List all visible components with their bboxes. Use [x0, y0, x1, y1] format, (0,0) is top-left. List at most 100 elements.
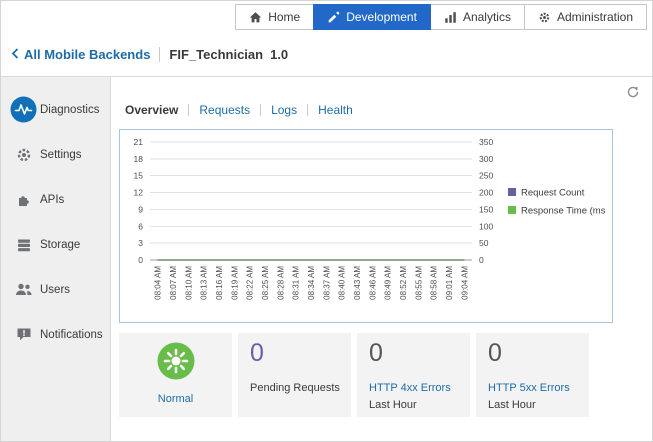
speech-bubble-icon — [7, 327, 40, 342]
diagnostics-chart-container: 0 0 3 50 6 100 9 150 12 200 15 250 18 300 21 350 08:04 A… — [119, 129, 613, 323]
http-5xx-errors-link[interactable]: HTTP 5xx Errors — [488, 380, 570, 397]
svg-text:08:19 AM: 08:19 AM — [230, 266, 239, 300]
svg-text:08:28 AM: 08:28 AM — [276, 266, 285, 300]
svg-text:08:49 AM: 08:49 AM — [384, 266, 393, 300]
http-4xx-card: 0 HTTP 4xx Errors Last Hour — [357, 333, 470, 417]
sidebar-item-label: Users — [40, 283, 71, 296]
svg-text:09:01 AM: 09:01 AM — [445, 266, 454, 300]
gear-icon — [7, 147, 40, 163]
users-icon — [7, 282, 40, 297]
tab-requests[interactable]: Requests — [199, 103, 250, 117]
sidebar: Diagnostics Settings APIs Storage Users … — [1, 77, 111, 441]
breadcrumb-back-link[interactable]: All Mobile Backends — [24, 47, 150, 62]
svg-text:08:31 AM: 08:31 AM — [292, 266, 301, 300]
status-normal-icon — [157, 342, 195, 383]
pending-requests-value: 0 — [250, 339, 264, 367]
sidebar-item-label: Notifications — [40, 328, 103, 341]
main-content: Overview Requests Logs Health 0 0 3 50 6 100 9… — [111, 77, 652, 441]
svg-text:350: 350 — [479, 137, 493, 147]
app-window: Home Development Analytics Administratio… — [0, 0, 653, 442]
svg-text:0: 0 — [479, 255, 484, 265]
sidebar-item-apis[interactable]: APIs — [1, 177, 110, 222]
status-card: Normal — [119, 333, 232, 417]
nav-tab-label: Analytics — [462, 10, 511, 24]
sidebar-item-notifications[interactable]: Notifications — [1, 312, 110, 357]
svg-text:08:37 AM: 08:37 AM — [322, 266, 331, 300]
svg-text:08:55 AM: 08:55 AM — [414, 266, 423, 300]
svg-text:300: 300 — [479, 154, 493, 164]
svg-text:08:10 AM: 08:10 AM — [184, 266, 193, 300]
top-nav: Home Development Analytics Administratio… — [1, 1, 652, 32]
tab-overview[interactable]: Overview — [125, 103, 178, 117]
sidebar-item-users[interactable]: Users — [1, 267, 110, 312]
bar-chart-icon — [444, 11, 457, 24]
pending-requests-card: 0 Pending Requests — [238, 333, 351, 417]
tab-separator — [260, 104, 262, 116]
svg-text:0: 0 — [138, 255, 143, 265]
tab-separator — [188, 104, 190, 116]
svg-text:6: 6 — [138, 221, 143, 231]
nav-tab-label: Home — [268, 10, 301, 24]
breadcrumb: All Mobile Backends FIF_Technician 1.0 — [1, 32, 652, 77]
svg-text:08:25 AM: 08:25 AM — [261, 266, 270, 300]
svg-text:Request Count: Request Count — [521, 188, 585, 199]
svg-text:18: 18 — [134, 154, 144, 164]
svg-text:09:04 AM: 09:04 AM — [460, 266, 469, 300]
tab-health[interactable]: Health — [318, 103, 353, 117]
sidebar-item-label: Settings — [40, 148, 82, 161]
backend-name: FIF_Technician — [169, 46, 264, 62]
http-5xx-value: 0 — [488, 339, 502, 367]
nav-tab-analytics[interactable]: Analytics — [429, 4, 525, 30]
svg-text:100: 100 — [479, 221, 493, 231]
svg-text:250: 250 — [479, 171, 493, 181]
svg-text:Response Time (ms: Response Time (ms — [521, 206, 606, 217]
puzzle-icon — [7, 192, 40, 208]
svg-text:08:34 AM: 08:34 AM — [307, 266, 316, 300]
overview-tabs: Overview Requests Logs Health — [125, 103, 353, 117]
refresh-icon[interactable] — [626, 85, 640, 104]
http-4xx-value: 0 — [369, 339, 383, 367]
stack-icon — [7, 237, 40, 253]
sidebar-item-label: APIs — [40, 193, 65, 206]
tab-logs[interactable]: Logs — [271, 103, 297, 117]
svg-text:15: 15 — [134, 171, 144, 181]
http-5xx-sublabel: Last Hour — [488, 398, 536, 411]
nav-tab-development[interactable]: Development — [313, 4, 431, 30]
svg-text:08:58 AM: 08:58 AM — [430, 266, 439, 300]
pulse-icon — [7, 96, 40, 123]
nav-tab-label: Development — [346, 10, 417, 24]
pencil-icon — [327, 11, 340, 24]
svg-text:08:04 AM: 08:04 AM — [154, 266, 163, 300]
sidebar-item-label: Storage — [40, 238, 81, 251]
http-5xx-card: 0 HTTP 5xx Errors Last Hour — [476, 333, 589, 417]
svg-text:9: 9 — [138, 204, 143, 214]
svg-text:08:07 AM: 08:07 AM — [169, 266, 178, 300]
svg-text:08:43 AM: 08:43 AM — [353, 266, 362, 300]
tab-separator — [307, 104, 309, 116]
svg-text:08:13 AM: 08:13 AM — [200, 266, 209, 300]
sidebar-item-label: Diagnostics — [40, 103, 100, 116]
svg-text:21: 21 — [134, 137, 144, 147]
diagnostics-chart: 0 03 506 1009 15012 20015 25018 30021 35008:04 A… — [134, 137, 606, 300]
backend-version: 1.0 — [270, 46, 289, 62]
svg-text:200: 200 — [479, 188, 493, 198]
svg-text:12: 12 — [134, 188, 144, 198]
svg-text:08:40 AM: 08:40 AM — [338, 266, 347, 300]
sidebar-item-diagnostics[interactable]: Diagnostics — [1, 87, 110, 132]
svg-text:08:16 AM: 08:16 AM — [215, 266, 224, 300]
svg-text:150: 150 — [479, 204, 493, 214]
status-label[interactable]: Normal — [158, 393, 193, 405]
sidebar-item-settings[interactable]: Settings — [1, 132, 110, 177]
stat-cards: Normal 0 Pending Requests 0 HTTP 4xx Err… — [119, 333, 589, 417]
sidebar-item-storage[interactable]: Storage — [1, 222, 110, 267]
svg-text:50: 50 — [479, 238, 489, 248]
nav-tab-administration[interactable]: Administration — [523, 4, 647, 30]
http-4xx-sublabel: Last Hour — [369, 398, 417, 411]
svg-text:08:22 AM: 08:22 AM — [246, 266, 255, 300]
gear-icon — [538, 11, 551, 24]
nav-tab-label: Administration — [556, 10, 633, 24]
pending-requests-label: Pending Requests — [250, 382, 340, 394]
nav-tab-home[interactable]: Home — [235, 4, 315, 30]
http-4xx-errors-link[interactable]: HTTP 4xx Errors — [369, 380, 451, 397]
svg-text:08:46 AM: 08:46 AM — [368, 266, 377, 300]
